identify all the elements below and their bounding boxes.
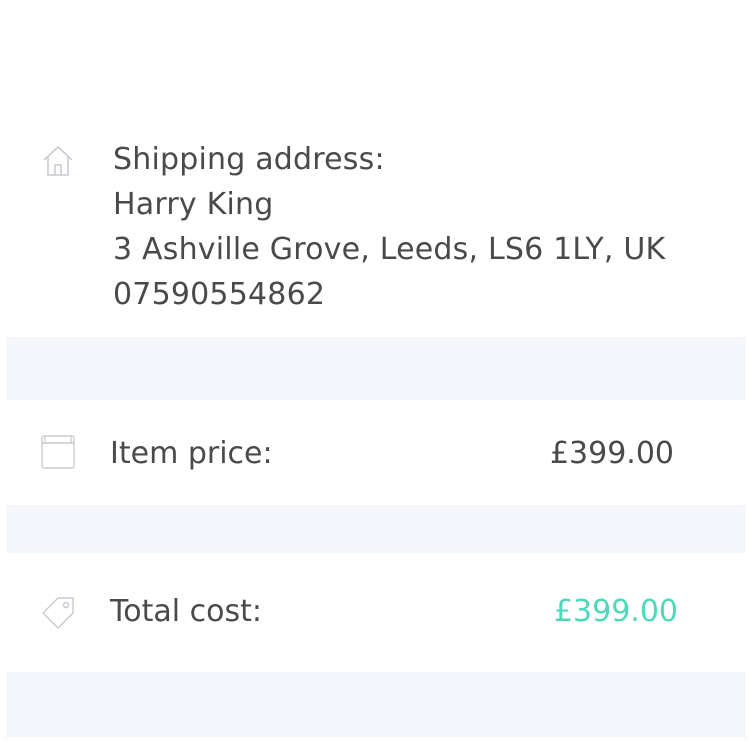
- shipping-address-block: Shipping address: Harry King 3 Ashville …: [113, 137, 665, 317]
- box-icon: [40, 434, 76, 470]
- order-summary-page: Shipping address: Harry King 3 Ashville …: [0, 0, 750, 750]
- section-divider: [6, 505, 746, 553]
- shipping-phone: 07590554862: [113, 277, 326, 312]
- total-cost-value: £399.00: [553, 594, 678, 629]
- shipping-name: Harry King: [113, 187, 274, 222]
- shipping-address-heading: Shipping address:: [113, 142, 385, 177]
- item-price-label: Item price:: [110, 436, 273, 471]
- home-icon: [40, 142, 76, 178]
- shipping-street-address: 3 Ashville Grove, Leeds, LS6 1LY, UK: [113, 232, 666, 267]
- section-divider: [6, 672, 746, 738]
- total-cost-label: Total cost:: [110, 594, 262, 629]
- tag-icon: [40, 594, 76, 630]
- item-price-value: £399.00: [549, 436, 674, 471]
- section-divider: [6, 337, 746, 400]
